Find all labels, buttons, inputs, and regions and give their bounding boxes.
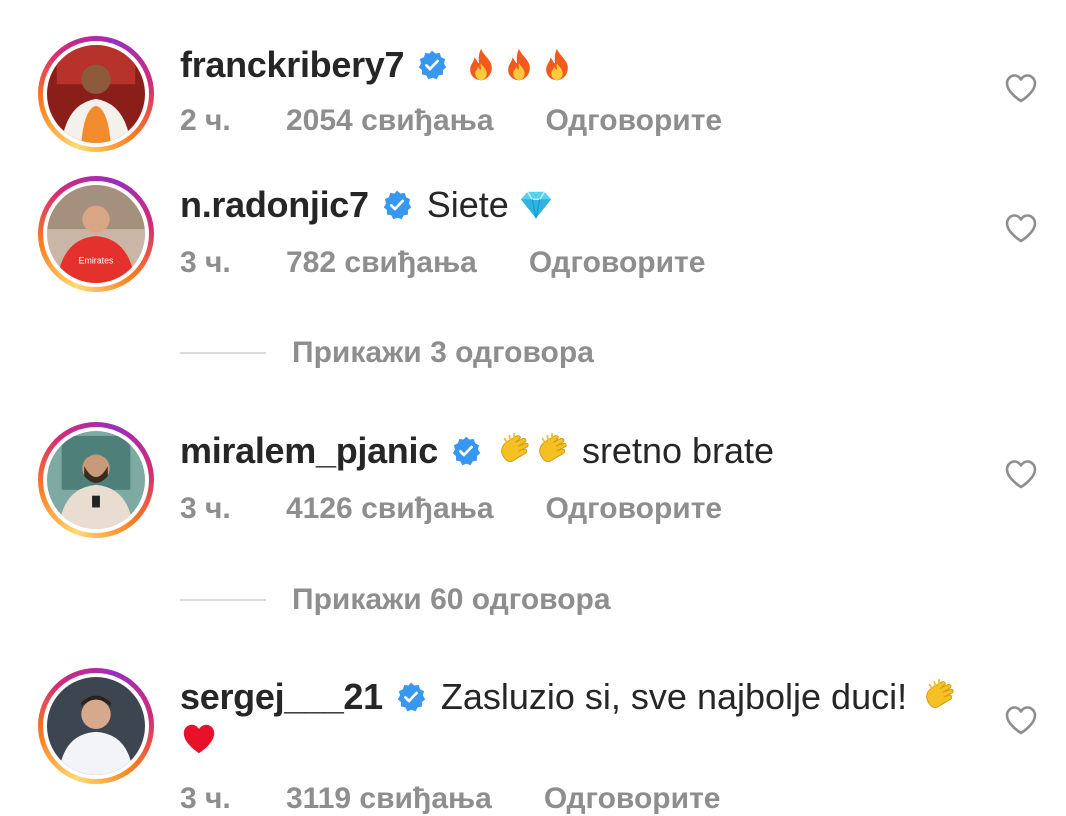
verified-badge-icon bbox=[416, 49, 448, 81]
avatar[interactable] bbox=[38, 422, 154, 538]
clap-emoji-icon bbox=[921, 678, 959, 716]
comment-text: sretno brate bbox=[581, 430, 775, 471]
comment-time: 3 ч. bbox=[180, 782, 231, 815]
divider-line bbox=[180, 599, 266, 601]
username[interactable]: miralem_pjanic bbox=[180, 430, 438, 472]
svg-text:Emirates: Emirates bbox=[79, 255, 114, 265]
comment-text: Siete bbox=[426, 184, 509, 225]
comment-header: miralem_pjanic sretno brate bbox=[180, 426, 774, 476]
divider-line bbox=[180, 352, 266, 354]
avatar[interactable]: Emirates bbox=[38, 176, 154, 292]
fire-emoji-icon bbox=[500, 46, 538, 84]
fire-emoji-icon bbox=[462, 46, 500, 84]
gem-emoji-icon bbox=[517, 186, 555, 224]
clap-emoji-icon bbox=[534, 432, 572, 470]
like-count[interactable]: 2054 свиђања bbox=[286, 104, 494, 138]
like-heart-icon[interactable] bbox=[1004, 704, 1038, 736]
comment-time: 3 ч. bbox=[180, 492, 231, 525]
comment-meta: 3 ч. 4126 свиђања Одговорите bbox=[180, 492, 722, 526]
view-replies-button[interactable]: Прикажи 60 одговора bbox=[180, 583, 611, 617]
reply-button[interactable]: Одговорите bbox=[544, 782, 721, 816]
comment-time: 3 ч. bbox=[180, 246, 231, 279]
like-count[interactable]: 782 свиђања bbox=[286, 246, 477, 280]
clap-emoji-icon bbox=[496, 432, 534, 470]
comment-header: franckribery7 bbox=[180, 40, 576, 90]
comment-text: Zasluzio si, sve najbolje duci! bbox=[440, 676, 908, 717]
comment-meta: 3 ч. 3119 свиђања Одговорите bbox=[180, 782, 720, 816]
username[interactable]: sergej___21 bbox=[180, 676, 383, 718]
avatar[interactable] bbox=[38, 668, 154, 784]
comment-header: sergej___21 Zasluzio si, sve najbolje du… bbox=[180, 672, 959, 722]
verified-badge-icon bbox=[450, 435, 482, 467]
comment-time: 2 ч. bbox=[180, 104, 231, 137]
reply-button[interactable]: Одговорите bbox=[529, 246, 706, 280]
username[interactable]: franckribery7 bbox=[180, 44, 405, 86]
like-heart-icon[interactable] bbox=[1004, 212, 1038, 244]
heart-emoji-icon bbox=[180, 720, 218, 758]
like-heart-icon[interactable] bbox=[1004, 458, 1038, 490]
avatar[interactable] bbox=[38, 36, 154, 152]
comment-meta: 3 ч. 782 свиђања Одговорите bbox=[180, 246, 705, 280]
view-replies-label: Прикажи 3 одговора bbox=[292, 336, 594, 369]
view-replies-label: Прикажи 60 одговора bbox=[292, 583, 611, 616]
reply-button[interactable]: Одговорите bbox=[546, 492, 723, 526]
like-count[interactable]: 4126 свиђања bbox=[286, 492, 494, 526]
comment-meta: 2 ч. 2054 свиђања Одговорите bbox=[180, 104, 722, 138]
verified-badge-icon bbox=[381, 189, 413, 221]
view-replies-button[interactable]: Прикажи 3 одговора bbox=[180, 336, 594, 370]
comment-header: n.radonjic7 Siete bbox=[180, 180, 555, 230]
like-heart-icon[interactable] bbox=[1004, 72, 1038, 104]
fire-emoji-icon bbox=[538, 46, 576, 84]
username[interactable]: n.radonjic7 bbox=[180, 184, 369, 226]
reply-button[interactable]: Одговорите bbox=[546, 104, 723, 138]
like-count[interactable]: 3119 свиђања bbox=[286, 782, 492, 816]
verified-badge-icon bbox=[395, 681, 427, 713]
